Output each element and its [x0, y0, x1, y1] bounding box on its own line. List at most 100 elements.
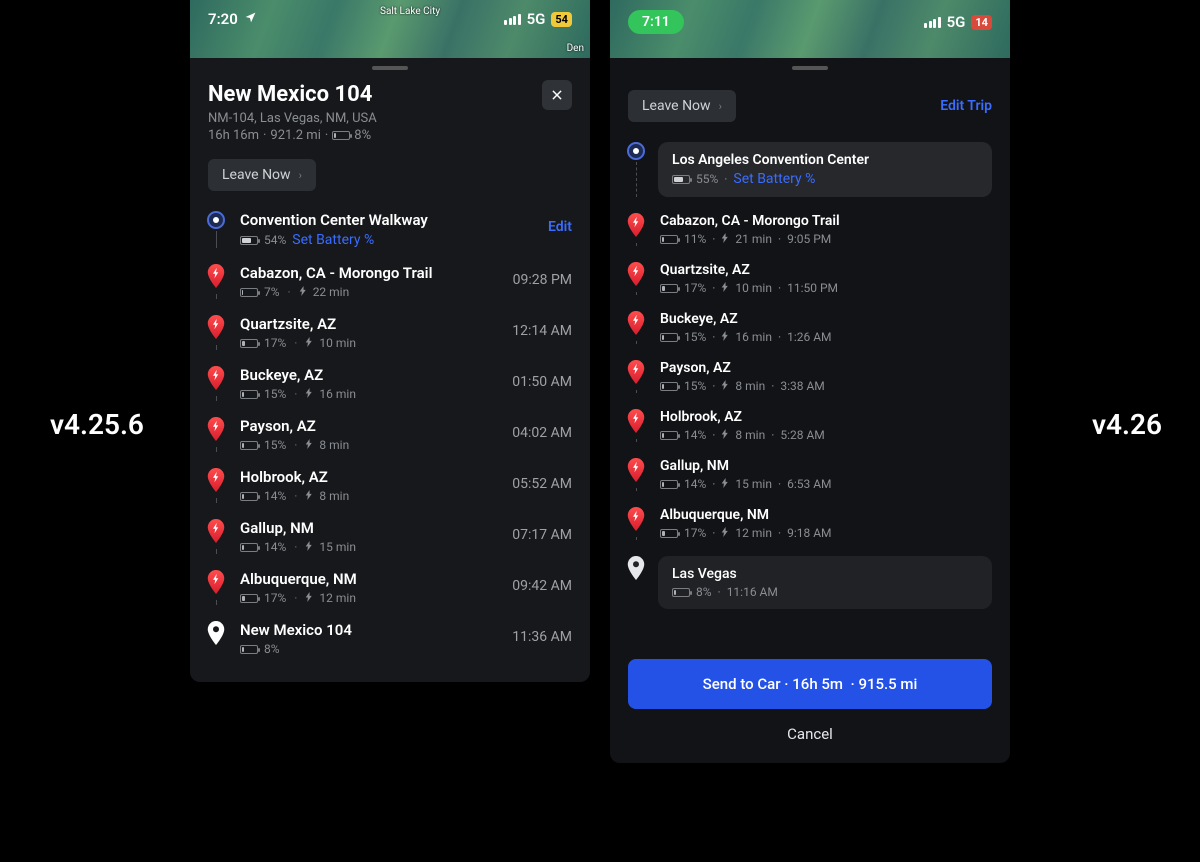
stop-name: Holbrook, AZ [660, 409, 992, 425]
battery-icon [240, 543, 258, 552]
stop-battery: 14% [684, 428, 706, 442]
stop-name: Cabazon, CA - Morongo Trail [240, 264, 482, 282]
stop-name: New Mexico 104 [240, 621, 482, 639]
stop-battery: 7% [264, 285, 280, 299]
charger-pin-icon [207, 468, 225, 496]
battery-icon [660, 235, 678, 244]
stop-battery: 11% [684, 232, 706, 246]
leave-now-button[interactable]: Leave Now › [628, 90, 736, 122]
status-time-pill[interactable]: 7:11 [628, 10, 684, 34]
stop-battery: 15% [264, 387, 286, 401]
stop-charger[interactable]: Payson, AZ15%·8 min·3:38 AM [624, 352, 992, 401]
stop-start: Convention Center Walkway 54% Set Batter… [204, 203, 572, 256]
bolt-icon [721, 330, 729, 344]
battery-icon [240, 288, 258, 297]
bolt-icon [305, 387, 313, 401]
stop-name: Payson, AZ [240, 417, 482, 435]
bolt-icon [721, 526, 729, 540]
stop-charge-time: 16 min [319, 387, 356, 401]
stop-time: 1:26 AM [787, 330, 831, 344]
bolt-icon [305, 540, 313, 554]
sheet-grabber[interactable] [372, 66, 408, 70]
cancel-button[interactable]: Cancel [610, 709, 1010, 763]
stop-name: Cabazon, CA - Morongo Trail [660, 213, 992, 229]
battery-icon [660, 284, 678, 293]
chevron-right-icon: › [719, 100, 722, 113]
stop-charge-time: 15 min [319, 540, 356, 554]
stop-name: Albuquerque, NM [240, 570, 482, 588]
charger-pin-icon [627, 262, 645, 290]
battery-icon [660, 431, 678, 440]
stop-name: Quartzsite, AZ [660, 262, 992, 278]
stop-end: Las Vegas 8% · 11:16 AM [624, 548, 992, 617]
stop-battery: 14% [264, 540, 286, 554]
stop-battery: 17% [264, 591, 286, 605]
stop-name: Las Vegas [672, 566, 978, 582]
battery-icon [660, 382, 678, 391]
trip-header: New Mexico 104 NM-104, Las Vegas, NM, US… [190, 76, 590, 143]
bolt-icon [305, 591, 313, 605]
stop-battery: 17% [264, 336, 286, 350]
stop-charger[interactable]: Buckeye, AZ15%16 min01:50 AM [204, 358, 572, 409]
charger-pin-icon [207, 315, 225, 343]
stop-name: Gallup, NM [240, 519, 482, 537]
stop-list: Los Angeles Convention Center 55% · Set … [610, 122, 1010, 635]
stop-charger[interactable]: Buckeye, AZ15%·16 min·1:26 AM [624, 303, 992, 352]
phone-right: 7:11 5G 14 Leave Now › Edit Trip [610, 0, 1010, 763]
stop-charger[interactable]: Quartzsite, AZ17%10 min12:14 AM [204, 307, 572, 358]
stop-charge-time: 16 min [735, 330, 772, 344]
stop-charger[interactable]: Cabazon, CA - Morongo Trail11%·21 min·9:… [624, 205, 992, 254]
stop-charger[interactable]: Payson, AZ15%8 min04:02 AM [204, 409, 572, 460]
stop-time: 05:52 AM [494, 468, 572, 503]
cell-signal-icon [924, 17, 941, 28]
stop-charger[interactable]: Albuquerque, NM17%12 min09:42 AM [204, 562, 572, 613]
bolt-icon [305, 438, 313, 452]
status-battery-icon: 54 [551, 12, 572, 27]
start-card[interactable]: Los Angeles Convention Center 55% · Set … [658, 142, 992, 197]
close-button[interactable] [542, 80, 572, 110]
charger-pin-icon [207, 417, 225, 445]
stop-charge-time: 10 min [319, 336, 356, 350]
stop-time: 11:50 PM [787, 281, 838, 295]
stop-charger[interactable]: Holbrook, AZ14%·8 min·5:28 AM [624, 401, 992, 450]
leave-now-button[interactable]: Leave Now › [208, 159, 316, 191]
stop-charger[interactable]: Gallup, NM14%·15 min·6:53 AM [624, 450, 992, 499]
stop-charge-time: 8 min [735, 379, 765, 393]
bolt-icon [721, 477, 729, 491]
chevron-right-icon: › [299, 169, 302, 182]
edit-trip-link[interactable]: Edit Trip [940, 98, 992, 114]
battery-icon [240, 390, 258, 399]
start-marker-icon [627, 142, 645, 160]
stop-name: Quartzsite, AZ [240, 315, 482, 333]
stop-charger[interactable]: Cabazon, CA - Morongo Trail7%22 min09:28… [204, 256, 572, 307]
stop-charge-time: 21 min [735, 232, 772, 246]
stop-charger[interactable]: Gallup, NM14%15 min07:17 AM [204, 511, 572, 562]
bolt-icon [305, 489, 313, 503]
edit-link[interactable]: Edit [548, 219, 572, 235]
charger-pin-icon [627, 507, 645, 535]
status-bar: 7:11 5G 14 [610, 10, 1010, 34]
stop-battery: 55% [696, 172, 718, 186]
set-battery-link[interactable]: Set Battery % [733, 171, 815, 187]
trip-subtitle: NM-104, Las Vegas, NM, USA [208, 111, 572, 126]
charger-pin-icon [207, 264, 225, 292]
stop-charger[interactable]: Albuquerque, NM17%·12 min·9:18 AM [624, 499, 992, 548]
stop-time: 11:16 AM [727, 585, 778, 599]
start-marker-icon [207, 211, 225, 229]
battery-icon [240, 645, 258, 654]
send-to-car-button[interactable]: Send to Car · 16h 5m · 915.5 mi [628, 659, 992, 709]
stop-charge-time: 15 min [735, 477, 772, 491]
battery-icon [240, 339, 258, 348]
stop-name: Los Angeles Convention Center [672, 152, 978, 168]
stop-charger[interactable]: Holbrook, AZ14%8 min05:52 AM [204, 460, 572, 511]
stop-charger[interactable]: Quartzsite, AZ17%·10 min·11:50 PM [624, 254, 992, 303]
stop-battery: 15% [264, 438, 286, 452]
charger-pin-icon [627, 409, 645, 437]
destination-pin-icon [207, 621, 225, 645]
status-time: 7:20 [208, 10, 238, 28]
set-battery-link[interactable]: Set Battery % [292, 232, 374, 248]
stop-start: Los Angeles Convention Center 55% · Set … [624, 134, 992, 205]
sheet-grabber[interactable] [792, 66, 828, 70]
stop-time: 11:36 AM [494, 621, 572, 656]
end-card[interactable]: Las Vegas 8% · 11:16 AM [658, 556, 992, 609]
